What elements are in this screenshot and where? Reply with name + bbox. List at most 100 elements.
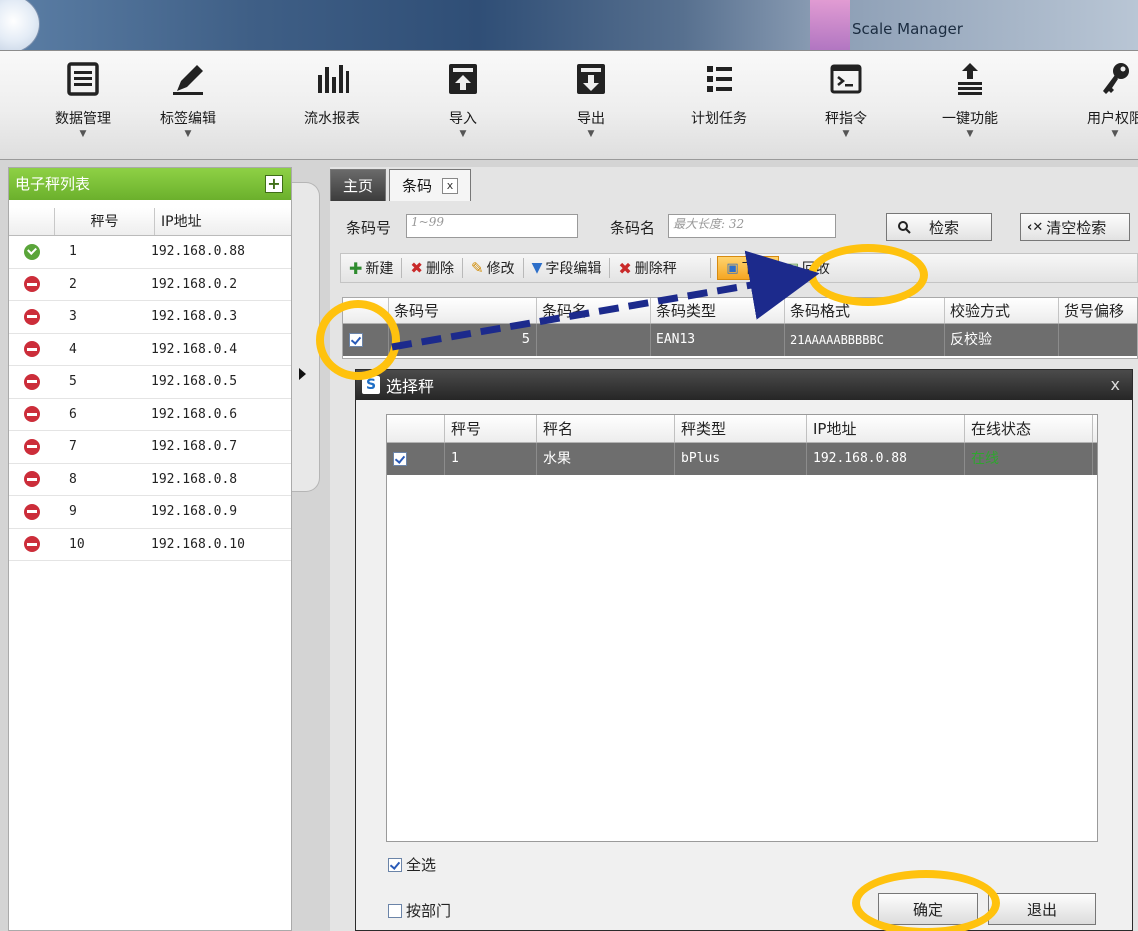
column-header[interactable]: 在线状态	[965, 415, 1093, 442]
status-cell	[9, 406, 55, 423]
ribbon-scheduled-task[interactable]: 计划任务	[674, 59, 764, 155]
list-item[interactable]: 1 192.168.0.88	[9, 236, 291, 269]
chevron-down-icon: ▼	[79, 129, 87, 139]
tab-label: 条码	[402, 177, 433, 195]
scale-list-body: 1 192.168.0.88 2 192.168.0.2 3 192.168.0.3 4 19…	[9, 236, 291, 561]
barcode-name-input[interactable]: 最大长度: 32	[668, 214, 836, 238]
chevron-down-icon: ▼	[842, 129, 850, 139]
offline-status-icon	[24, 308, 40, 325]
close-tab-icon[interactable]: x	[442, 177, 459, 194]
row-checkbox[interactable]	[349, 333, 363, 347]
tab-label: 主页	[343, 177, 374, 195]
list-item[interactable]: 9 192.168.0.9	[9, 496, 291, 529]
task-list-icon	[699, 59, 739, 99]
list-item[interactable]: 10 192.168.0.10	[9, 529, 291, 561]
scale-ip: 192.168.0.2	[151, 276, 238, 292]
column-header[interactable]: 条码名	[537, 298, 651, 323]
column-header[interactable]: 条码类型	[651, 298, 785, 323]
edit-button[interactable]: ✎ 修改	[463, 256, 523, 280]
column-header[interactable]: 条码格式	[785, 298, 945, 323]
field-edit-button[interactable]: ▼ 字段编辑	[524, 256, 610, 280]
ribbon-import[interactable]: 导入 ▼	[418, 59, 508, 155]
offline-status-icon	[24, 536, 40, 553]
tab-home[interactable]: 主页	[330, 169, 387, 201]
ribbon-one-key[interactable]: 一键功能 ▼	[920, 59, 1020, 155]
ribbon-data-management[interactable]: 数据管理 ▼	[38, 59, 128, 155]
barcode-toolbar: ✚ 新建 ✖ 删除 ✎ 修改 ▼ 字段编辑 ✖ 删除秤 ▣ 下发 ▤ 回收	[340, 253, 1138, 283]
list-item[interactable]: 5 192.168.0.5	[9, 366, 291, 399]
chevron-down-icon: ▼	[587, 129, 595, 139]
column-header[interactable]: IP地址	[807, 415, 965, 442]
barcode-format-cell: 21AAAAABBBBBC	[785, 324, 945, 356]
row-checkbox[interactable]	[393, 452, 407, 466]
scale-ip: 192.168.0.5	[151, 374, 238, 390]
search-button-label: 检索	[929, 218, 960, 237]
column-header[interactable]: 货号偏移	[1059, 298, 1137, 323]
ribbon-label: 计划任务	[691, 111, 747, 127]
by-department-label: 按部门	[406, 902, 452, 920]
send-button[interactable]: ▣ 下发	[717, 256, 779, 280]
exit-button[interactable]: 退出	[988, 893, 1096, 925]
title-bar: Scale Manager	[0, 0, 1138, 50]
ribbon-label: 秤指令	[825, 111, 867, 127]
ribbon-scale-command[interactable]: 秤指令 ▼	[801, 59, 891, 155]
delete-button[interactable]: ✖ 删除	[402, 256, 462, 280]
check-method-cell: 反校验	[945, 324, 1059, 356]
barcode-grid: 条码号 条码名 条码类型 条码格式 校验方式 货号偏移 5 EAN13 21AA…	[342, 297, 1138, 359]
select-scale-dialog: S 选择秤 x 秤号 秤名 秤类型 IP地址 在线状态 1 水果 bPlus 1…	[355, 369, 1133, 931]
list-item[interactable]: 7 192.168.0.7	[9, 431, 291, 464]
ribbon-export[interactable]: 导出 ▼	[546, 59, 636, 155]
select-all-option[interactable]: 全选	[388, 854, 436, 875]
app-orb-icon[interactable]	[0, 0, 40, 50]
ribbon-label-edit[interactable]: 标签编辑 ▼	[143, 59, 233, 155]
scale-number-header[interactable]: 秤号	[55, 208, 155, 235]
close-icon[interactable]: x	[1111, 375, 1120, 394]
scale-number-cell: 1	[445, 443, 537, 475]
panel-splitter[interactable]	[292, 182, 320, 492]
ip-address-header[interactable]: IP地址	[155, 208, 291, 235]
scale-type-cell: bPlus	[675, 443, 807, 475]
delete-label: 删除	[425, 261, 454, 277]
ribbon-flow-report[interactable]: 流水报表	[287, 59, 377, 155]
new-button[interactable]: ✚ 新建	[341, 256, 401, 280]
delete-scale-icon: ✖	[618, 258, 632, 278]
table-row[interactable]: 5 EAN13 21AAAAABBBBBC 反校验	[343, 324, 1137, 356]
barcode-type-cell: EAN13	[651, 324, 785, 356]
list-item[interactable]: 2 192.168.0.2	[9, 269, 291, 301]
column-header[interactable]: 秤号	[445, 415, 537, 442]
scale-list-title: 电子秤列表	[15, 175, 91, 193]
barcode-code-cell: 5	[389, 324, 537, 356]
by-department-option[interactable]: 按部门	[388, 900, 451, 921]
search-button[interactable]: 检索	[886, 213, 992, 241]
list-item[interactable]: 4 192.168.0.4	[9, 334, 291, 366]
column-header[interactable]: 秤名	[537, 415, 675, 442]
export-icon	[571, 59, 611, 99]
chevron-down-icon: ▼	[459, 129, 467, 139]
toolbar-separator	[710, 258, 712, 278]
ribbon-label: 用户权限	[1087, 111, 1138, 127]
select-all-checkbox[interactable]	[388, 857, 402, 872]
barcode-number-input[interactable]: 1~99	[406, 214, 578, 238]
list-item[interactable]: 6 192.168.0.6	[9, 399, 291, 431]
ok-button[interactable]: 确定	[878, 893, 978, 925]
clear-search-button[interactable]: ‹✕ 清空检索	[1020, 213, 1130, 241]
scale-ip: 192.168.0.8	[151, 471, 238, 487]
list-item[interactable]: 8 192.168.0.8	[9, 464, 291, 496]
scale-selection-grid: 秤号 秤名 秤类型 IP地址 在线状态 1 水果 bPlus 192.168.0…	[386, 414, 1098, 842]
scale-number: 6	[69, 406, 77, 422]
tab-barcode[interactable]: 条码 x	[389, 169, 472, 201]
column-header[interactable]: 条码号	[389, 298, 537, 323]
collapse-arrow-icon[interactable]	[299, 368, 306, 380]
table-row[interactable]: 1 水果 bPlus 192.168.0.88 在线	[387, 443, 1097, 475]
add-scale-button[interactable]: +	[265, 175, 283, 193]
delete-scale-button[interactable]: ✖ 删除秤	[610, 256, 710, 280]
list-item[interactable]: 3 192.168.0.3	[9, 301, 291, 334]
offline-status-icon	[24, 438, 40, 455]
column-header[interactable]: 秤类型	[675, 415, 807, 442]
by-department-checkbox[interactable]	[388, 903, 402, 918]
ribbon-user-permission[interactable]: 用户权限 ▼	[1070, 59, 1138, 155]
pen-icon	[168, 59, 208, 99]
status-cell	[9, 503, 55, 520]
column-header[interactable]: 校验方式	[945, 298, 1059, 323]
recycle-button[interactable]: ▤ 回收	[779, 256, 838, 280]
